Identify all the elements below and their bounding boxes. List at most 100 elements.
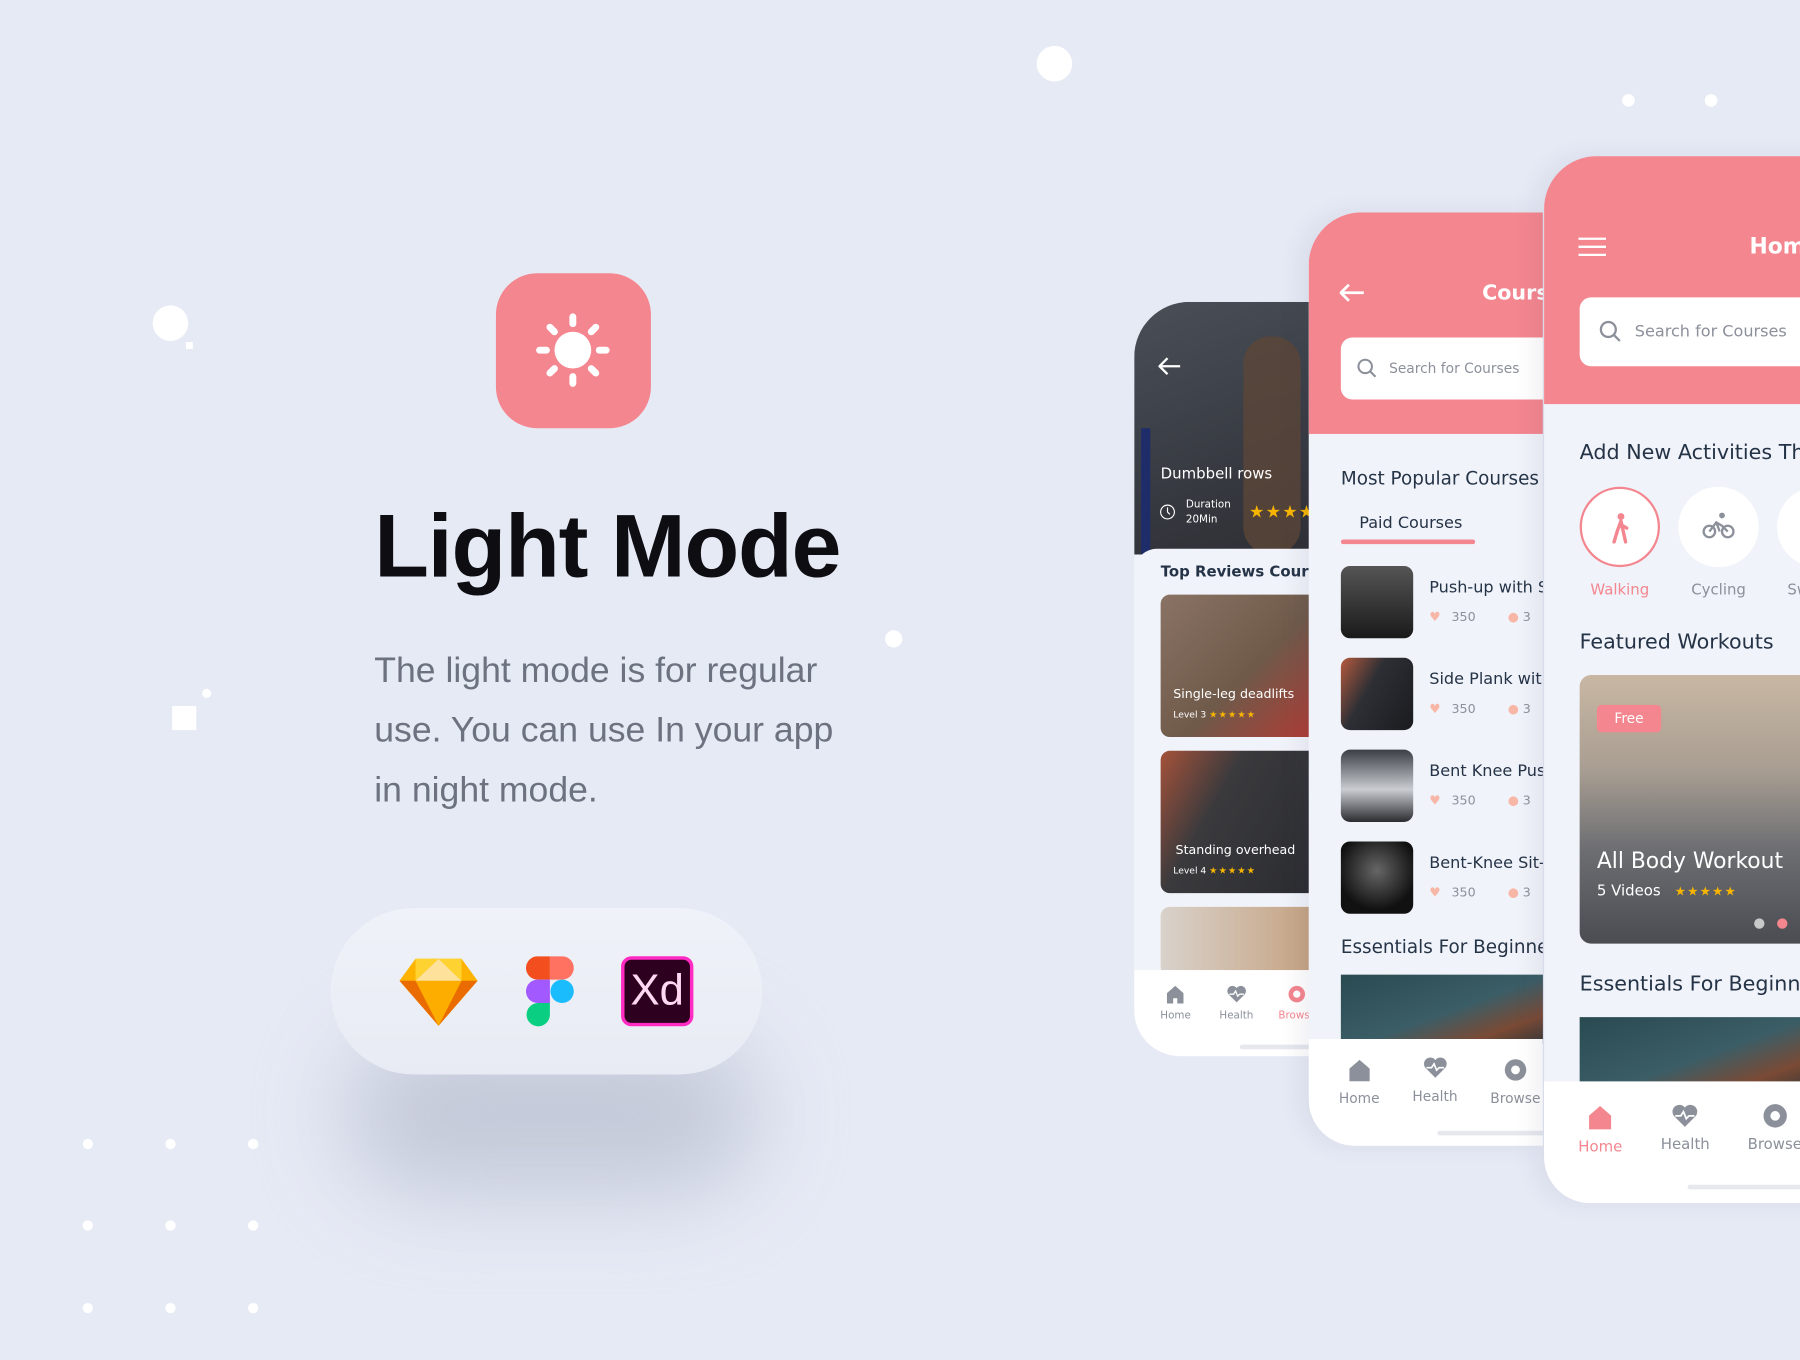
heart-icon: ♥ [1429, 701, 1441, 717]
nav-health[interactable]: Health [1661, 1102, 1710, 1154]
heart-icon: ♥ [1429, 793, 1441, 809]
decor-dot [165, 1220, 176, 1231]
decor-dot [1036, 45, 1073, 82]
heart-pulse-icon [1227, 985, 1246, 1003]
nav-home[interactable]: Home [1160, 984, 1191, 1022]
browse-icon [1288, 985, 1306, 1003]
home-icon [1167, 985, 1184, 1004]
duration: 3 [1522, 885, 1531, 901]
nav-label: Health [1660, 1136, 1710, 1154]
tab-paid-courses[interactable]: Paid Courses [1359, 514, 1462, 532]
course-thumbnail [1340, 565, 1414, 639]
course-thumbnail [1340, 749, 1414, 822]
decor-dot [82, 1138, 93, 1150]
cycling-icon [1702, 512, 1735, 539]
app-icon-tile [495, 273, 651, 429]
decor-dot [1622, 94, 1635, 107]
featured-card[interactable]: Free All Body Workout 5 Videos ★★★★★ [1579, 675, 1800, 944]
duration: Duration 20Min [1186, 498, 1231, 528]
activity-swimming[interactable] [1777, 486, 1800, 568]
tab-underline [1340, 539, 1476, 545]
activity-walking[interactable] [1579, 486, 1661, 568]
home-screen: Home Search for Courses Add New Activiti… [1544, 156, 1800, 1204]
course-item[interactable]: Bent Knee Push ♥ 350 ● 3 [1340, 749, 1543, 822]
essentials-image[interactable] [1579, 1017, 1800, 1087]
course-card[interactable] [1160, 906, 1322, 976]
screen-title: Home [1749, 234, 1800, 260]
carousel-dot[interactable] [1754, 918, 1765, 929]
likes-count: 350 [1451, 701, 1476, 717]
course-title: Bent-Knee Sit- [1429, 854, 1543, 873]
activity-cycling[interactable] [1678, 486, 1759, 568]
rating-stars: ★★★★★ [1209, 709, 1257, 720]
search-input[interactable]: Search for Courses [1340, 337, 1543, 400]
browse-icon [1763, 1104, 1787, 1128]
essentials-image[interactable] [1340, 974, 1543, 1044]
duration-label: Duration [1185, 499, 1231, 511]
section-title: Essentials For Beginne [1340, 935, 1543, 958]
nav-browse[interactable]: Browse [1748, 1102, 1800, 1154]
decor-dot [885, 630, 903, 648]
browse-icon [1504, 1059, 1527, 1081]
clock-icon: ● [1507, 701, 1519, 717]
activity-label: Walking [1590, 582, 1650, 600]
video-count: 5 Videos [1596, 882, 1661, 901]
free-badge: Free [1596, 704, 1662, 733]
clock-icon: ● [1507, 793, 1519, 809]
courses-screen: Courses Search for Courses Most Popular … [1308, 212, 1543, 1146]
description-line: use. You can use In your app [374, 709, 834, 750]
nav-browse[interactable]: Browse [1490, 1057, 1540, 1107]
activity-label: Sw [1787, 582, 1800, 600]
decor-dot [247, 1138, 259, 1150]
header [1308, 212, 1543, 434]
back-arrow-icon[interactable] [1339, 283, 1365, 302]
photo-bar [1141, 428, 1151, 555]
adobe-xd-logo: Xd [621, 956, 694, 1027]
duration: 3 [1522, 793, 1531, 809]
back-arrow-icon[interactable] [1158, 357, 1181, 376]
nav-health[interactable]: Health [1412, 1055, 1458, 1105]
likes-count: 350 [1451, 885, 1476, 901]
figma-logo [525, 956, 574, 1027]
section-title: Featured Workouts [1579, 630, 1774, 655]
hamburger-menu-icon[interactable] [1578, 236, 1607, 257]
search-input[interactable]: Search for Courses [1579, 297, 1800, 367]
home-indicator [1437, 1130, 1543, 1136]
decor-dot [165, 1138, 176, 1150]
featured-title: All Body Workout [1596, 848, 1784, 874]
nav-health[interactable]: Health [1219, 984, 1253, 1022]
nav-label: Browse [1747, 1136, 1800, 1154]
decor-dot [82, 1220, 93, 1231]
sun-icon [536, 313, 610, 387]
course-item[interactable]: Side Plank with ♥ 350 ● 3 [1340, 657, 1543, 731]
walking-icon [1612, 513, 1629, 544]
nav-home[interactable]: Home [1578, 1102, 1622, 1156]
duration-value: 20Min [1185, 514, 1218, 526]
rating-stars: ★★★★★ [1674, 883, 1737, 899]
search-placeholder: Search for Courses [1389, 360, 1520, 377]
hero-title: Dumbbell rows [1160, 466, 1273, 484]
clock-icon: ● [1507, 885, 1519, 901]
course-card[interactable]: Single-leg deadlifts Level 3 ★★★★★ [1160, 594, 1322, 738]
decor-dot [247, 1302, 259, 1314]
course-item[interactable]: Push-up with S ♥ 350 ● 3 [1340, 565, 1543, 639]
heart-pulse-icon [1423, 1057, 1447, 1078]
nav-label: Health [1219, 1010, 1254, 1022]
heart-pulse-icon [1672, 1104, 1698, 1127]
likes-count: 350 [1451, 793, 1476, 809]
header [1544, 156, 1800, 405]
clock-icon: ● [1507, 609, 1519, 625]
course-title: Push-up with S [1429, 578, 1543, 597]
card-title: Single-leg deadlifts [1173, 686, 1295, 702]
decor-dot [165, 1302, 176, 1314]
nav-label: Health [1412, 1088, 1458, 1105]
nav-home[interactable]: Home [1339, 1057, 1380, 1107]
carousel-dot-active[interactable] [1777, 918, 1788, 929]
screen-title: Courses [1482, 281, 1543, 306]
description-line: The light mode is for regular [374, 649, 818, 690]
course-item[interactable]: Bent-Knee Sit- ♥ 350 ● 3 [1340, 841, 1543, 914]
sketch-logo [399, 958, 478, 1026]
course-title: Side Plank with [1429, 670, 1543, 689]
course-card[interactable]: Standing overhead Level 4 ★★★★★ [1160, 750, 1322, 894]
section-title: Essentials For Beginne [1579, 972, 1800, 997]
